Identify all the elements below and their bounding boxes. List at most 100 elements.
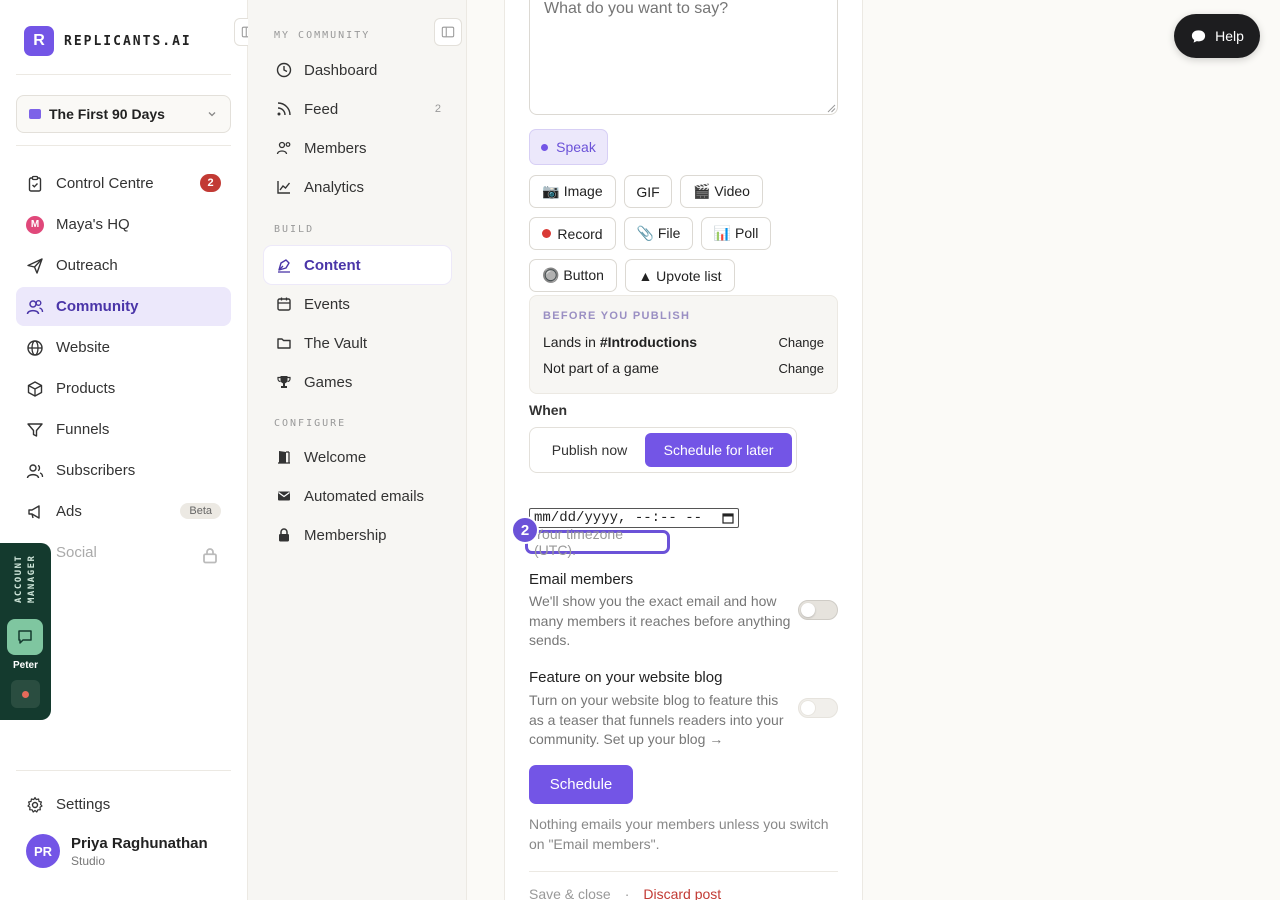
toggle-knob [801, 701, 815, 715]
brand-name: REPLICANTS.AI [64, 33, 192, 49]
speak-button[interactable]: Speak [529, 129, 608, 165]
subnav-label: Welcome [304, 448, 367, 466]
nav-item-community[interactable]: Community [16, 287, 231, 326]
channel-text: Lands in #Introductions [543, 334, 697, 350]
account-manager-name: Peter [12, 660, 38, 671]
speak-label: Speak [556, 139, 596, 155]
post-body-textarea[interactable] [529, 0, 838, 115]
resize-handle-icon[interactable] [826, 103, 836, 113]
nav-item-ads[interactable]: Ads Beta [16, 492, 231, 531]
chat-bubble-icon [1191, 29, 1206, 43]
door-icon [278, 451, 290, 464]
divider [529, 871, 838, 872]
feature-blog-description: Turn on your website blog to feature thi… [529, 692, 784, 747]
notification-badge: 2 [200, 174, 221, 192]
save-close-link[interactable]: Save & close [529, 886, 611, 900]
brand[interactable]: R REPLICANTS.AI [24, 26, 192, 56]
rss-icon [277, 102, 291, 116]
add-file-button[interactable]: 📎 File [624, 217, 693, 250]
subnav-label: Members [304, 139, 367, 157]
add-image-button[interactable]: 📷 Image [529, 175, 616, 208]
add-gif-button[interactable]: GIF [624, 175, 672, 208]
toggle-knob [801, 603, 815, 617]
box-icon [27, 380, 43, 397]
nav-item-control-centre[interactable]: Control Centre 2 [16, 164, 231, 203]
lock-icon [203, 548, 217, 564]
status-dot [22, 690, 29, 698]
email-members-title: Email members [529, 571, 634, 588]
calendar-picker-icon[interactable] [722, 512, 734, 524]
nav-label: Website [56, 339, 110, 356]
help-button[interactable]: Help [1174, 14, 1260, 58]
account-manager-status[interactable] [11, 680, 40, 708]
beta-badge: Beta [180, 503, 221, 519]
feature-blog-toggle[interactable] [798, 698, 838, 718]
subnav-item-welcome[interactable]: Welcome [264, 438, 451, 476]
user-profile[interactable]: PR Priya Raghunathan Studio [26, 834, 208, 868]
lands-in-label: Lands in [543, 334, 600, 350]
schedule-datetime-input[interactable]: mm/dd/yyyy, --:-- -- [529, 508, 739, 528]
channel-row: Lands in #Introductions Change [543, 334, 824, 350]
subnav-item-events[interactable]: Events [264, 285, 451, 323]
user-name: Priya Raghunathan [71, 834, 208, 852]
nav-item-products[interactable]: Products [16, 369, 231, 408]
divider [16, 74, 231, 75]
sidebar-toggle-icon [441, 26, 455, 38]
nav-item-website[interactable]: Website [16, 328, 231, 367]
settings-label: Settings [56, 796, 111, 813]
email-note: Nothing emails your members unless you s… [529, 816, 829, 852]
account-manager-label: ACCOUNT MANAGER [14, 555, 37, 604]
user-plan: Studio [71, 853, 106, 868]
when-label: When [529, 402, 568, 418]
timezone-hint: Your timezone (UTC). [525, 526, 670, 558]
panel-title: BEFORE YOU PUBLISH [543, 310, 691, 322]
nav-item-funnels[interactable]: Funnels [16, 410, 231, 449]
subnav-item-the-vault[interactable]: The Vault [264, 324, 451, 362]
schedule-button[interactable]: Schedule [529, 765, 633, 804]
subnav-item-automated-emails[interactable]: Automated emails [264, 477, 451, 515]
subnav-item-feed[interactable]: Feed 2 [264, 90, 451, 128]
users-icon [26, 299, 44, 314]
composer-footer: Save & close · Discard post [529, 886, 721, 900]
subnav-item-analytics[interactable]: Analytics [264, 168, 451, 206]
subnav-label: The Vault [304, 334, 368, 352]
members-icon [276, 141, 291, 155]
subnav-item-members[interactable]: Members [264, 129, 451, 167]
subnav-label: Dashboard [304, 61, 378, 79]
nav-item-subscribers[interactable]: Subscribers [16, 451, 231, 490]
subnav-item-games[interactable]: Games [264, 363, 451, 401]
collapse-subnav-button[interactable] [434, 18, 462, 46]
add-upvote-list-button[interactable]: ▲ Upvote list [625, 259, 735, 292]
clock-icon [276, 62, 292, 78]
change-channel-link[interactable]: Change [778, 335, 824, 350]
padlock-icon [279, 528, 289, 542]
publish-now-option[interactable]: Publish now [536, 433, 643, 467]
add-button-button[interactable]: 🔘 Button [529, 259, 617, 292]
nav-item-outreach[interactable]: Outreach [16, 246, 231, 285]
main-nav: Control Centre 2 M Maya's HQ Outreach Co… [16, 164, 231, 574]
subnav-label: Content [304, 256, 361, 274]
subnav-label: Games [304, 373, 353, 391]
nav-item-mayas-hq[interactable]: M Maya's HQ [16, 205, 231, 244]
discard-post-link[interactable]: Discard post [643, 886, 721, 900]
publish-timing-toggle: Publish now Schedule for later [529, 427, 797, 473]
chevron-down-icon [208, 112, 216, 117]
gear-icon [27, 796, 43, 813]
change-game-link[interactable]: Change [778, 361, 824, 376]
section-heading: CONFIGURE [274, 418, 347, 429]
add-poll-button[interactable]: 📊 Poll [701, 217, 771, 250]
account-manager-chat-button[interactable] [7, 619, 43, 655]
subnav-item-membership[interactable]: Membership [264, 516, 451, 554]
nav-label: Products [56, 380, 116, 397]
record-button[interactable]: Record [529, 217, 616, 250]
subnav-label: Membership [304, 526, 387, 544]
schedule-later-option[interactable]: Schedule for later [645, 433, 792, 467]
primary-sidebar: R REPLICANTS.AI The First 90 Days Contro… [0, 0, 262, 900]
add-video-button[interactable]: 🎬 Video [680, 175, 763, 208]
feature-blog-title: Feature on your website blog [529, 669, 723, 686]
workspace-switcher[interactable]: The First 90 Days [16, 95, 231, 133]
email-members-toggle[interactable] [798, 600, 838, 620]
settings-link[interactable]: Settings [16, 785, 231, 824]
subnav-item-content[interactable]: Content [264, 246, 451, 284]
subnav-item-dashboard[interactable]: Dashboard [264, 51, 451, 89]
